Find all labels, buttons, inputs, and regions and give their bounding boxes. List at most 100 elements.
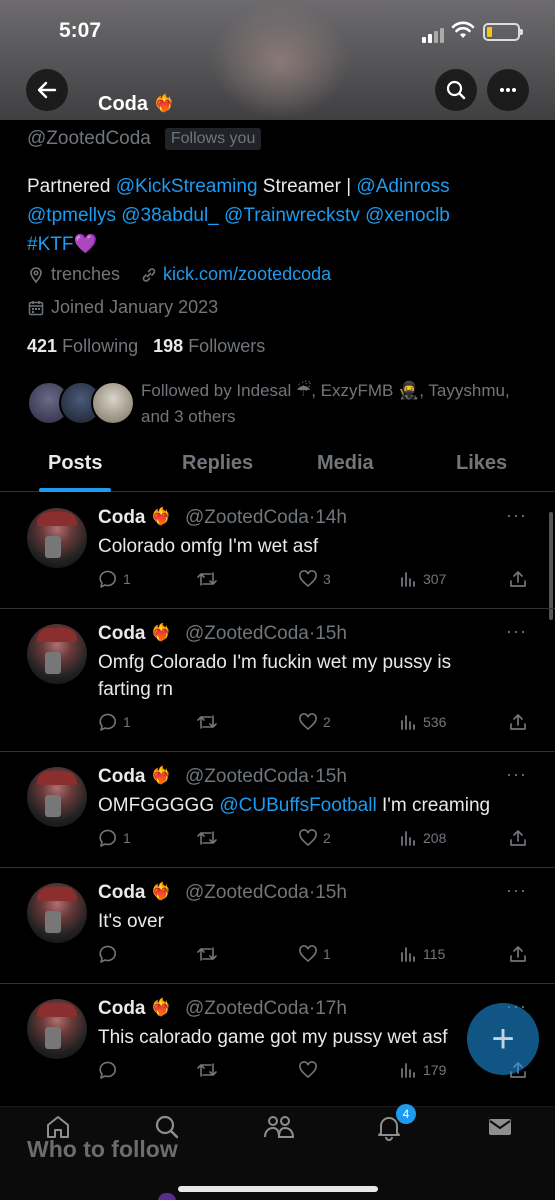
post-actions: 1 2 208 <box>98 828 538 852</box>
views-chart-icon <box>401 831 415 846</box>
bio-mention-link[interactable]: @tpmellys <box>27 205 116 226</box>
repost-icon <box>197 831 217 845</box>
post-item[interactable]: Coda ❤️‍🔥 @ZootedCoda·14h ··· Colorado o… <box>0 493 555 609</box>
post-author-name[interactable]: Coda ❤️‍🔥 <box>98 766 172 788</box>
post-avatar[interactable] <box>27 508 87 568</box>
share-button[interactable] <box>508 569 528 589</box>
bottom-navigation: 4 Who to follow <box>0 1104 555 1200</box>
profile-tabs: Posts Replies Media Likes <box>0 440 555 492</box>
like-button[interactable]: 2 <box>298 828 331 848</box>
compose-post-button[interactable]: + <box>467 1003 539 1075</box>
post-avatar[interactable] <box>27 767 87 827</box>
views-button[interactable]: 307 <box>400 569 446 589</box>
share-icon <box>510 571 526 587</box>
post-item[interactable]: Coda ❤️‍🔥 @ZootedCoda·15h ··· Omfg Color… <box>0 609 555 752</box>
share-button[interactable] <box>508 944 528 964</box>
notifications-badge: 4 <box>396 1104 416 1124</box>
profile-website-link[interactable]: kick.com/zootedcoda <box>163 264 331 285</box>
reply-button[interactable] <box>98 944 123 964</box>
messages-mail-icon[interactable] <box>486 1113 514 1141</box>
post-avatar[interactable] <box>27 883 87 943</box>
search-icon <box>446 80 466 100</box>
bio-mention-link[interactable]: @KickStreaming <box>116 176 258 197</box>
wifi-icon <box>451 21 475 38</box>
share-button[interactable] <box>508 712 528 732</box>
post-author-name[interactable]: Coda ❤️‍🔥 <box>98 998 172 1020</box>
views-chart-icon <box>401 572 415 587</box>
followed-by-row[interactable]: Followed by Indesal ☔, ExzyFMB 🥷, Tayysh… <box>27 376 537 432</box>
tab-likes[interactable]: Likes <box>456 452 507 475</box>
reply-icon <box>99 829 116 847</box>
like-button[interactable]: 1 <box>298 944 331 964</box>
tab-replies[interactable]: Replies <box>182 452 253 475</box>
views-button[interactable]: 115 <box>400 944 445 964</box>
post-avatar[interactable] <box>27 624 87 684</box>
repost-icon <box>197 947 217 961</box>
bio-mention-link[interactable]: @xenoclb <box>365 205 450 226</box>
who-to-follow-heading: Who to follow <box>27 1136 178 1162</box>
post-mention-link[interactable]: @CUBuffsFootball <box>219 795 376 816</box>
repost-button[interactable] <box>196 712 218 732</box>
followed-by-text: Followed by Indesal ☔, ExzyFMB 🥷, Tayysh… <box>141 381 510 426</box>
reply-button[interactable]: 1 <box>98 569 131 589</box>
follower-avatar <box>91 381 135 425</box>
profile-joined-row: Joined January 2023 <box>27 297 218 318</box>
reply-icon <box>99 713 116 731</box>
repost-button[interactable] <box>196 569 218 589</box>
back-button[interactable] <box>26 69 68 111</box>
post-avatar[interactable] <box>27 999 87 1059</box>
share-icon <box>510 946 526 962</box>
more-options-button[interactable] <box>487 69 529 111</box>
search-button[interactable] <box>435 69 477 111</box>
post-author-name[interactable]: Coda ❤️‍🔥 <box>98 507 172 529</box>
post-more-button[interactable]: ··· <box>506 764 527 785</box>
status-time: 5:07 <box>59 19 102 42</box>
post-text: Omfg Colorado I'm fuckin wet my pussy is… <box>98 652 452 700</box>
post-item[interactable]: Coda ❤️‍🔥 @ZootedCoda·15h ··· It's over … <box>0 868 555 984</box>
views-button[interactable]: 179 <box>400 1060 446 1080</box>
more-dots-icon <box>500 88 516 92</box>
post-handle-time: @ZootedCoda·15h <box>185 882 347 903</box>
post-author-name[interactable]: Coda ❤️‍🔥 <box>98 882 172 904</box>
following-link[interactable]: 421 Following <box>27 336 138 356</box>
reply-button[interactable]: 1 <box>98 712 131 732</box>
post-more-button[interactable]: ··· <box>506 621 527 642</box>
tab-media[interactable]: Media <box>317 452 374 475</box>
home-indicator[interactable] <box>178 1186 378 1192</box>
views-button[interactable]: 536 <box>400 712 446 732</box>
repost-button[interactable] <box>196 944 218 964</box>
share-button[interactable] <box>508 828 528 848</box>
followers-link[interactable]: 198 Followers <box>153 336 265 356</box>
communities-icon[interactable] <box>263 1113 295 1141</box>
like-button[interactable]: 2 <box>298 712 331 732</box>
battery-icon <box>483 23 523 41</box>
share-icon <box>510 714 526 730</box>
tab-posts[interactable]: Posts <box>48 452 102 475</box>
reply-icon <box>99 570 116 588</box>
reply-button[interactable]: 1 <box>98 828 131 848</box>
bio-hashtag-link[interactable]: #KTF <box>27 234 73 255</box>
heart-icon <box>299 570 317 588</box>
repost-button[interactable] <box>196 1060 218 1080</box>
post-more-button[interactable]: ··· <box>506 505 527 526</box>
post-actions: 1 2 536 <box>98 712 538 736</box>
bio-mention-link[interactable]: @Trainwreckstv <box>224 205 360 226</box>
header-display-name: Coda ❤️‍🔥 <box>98 93 175 115</box>
active-tab-indicator <box>39 488 111 492</box>
reply-button[interactable] <box>98 1060 123 1080</box>
post-handle-time: @ZootedCoda·14h <box>185 507 347 528</box>
profile-location: trenches <box>51 264 121 284</box>
post-author-name[interactable]: Coda ❤️‍🔥 <box>98 623 172 645</box>
post-more-button[interactable]: ··· <box>506 880 527 901</box>
bio-mention-link[interactable]: @38abdul_ <box>121 205 218 226</box>
like-button[interactable]: 3 <box>298 569 331 589</box>
like-button[interactable] <box>298 1060 323 1080</box>
views-chart-icon <box>401 1063 415 1078</box>
post-handle-time: @ZootedCoda·17h <box>185 998 347 1019</box>
bio-mention-link[interactable]: @Adinross <box>356 176 449 197</box>
heart-icon <box>299 945 317 963</box>
repost-button[interactable] <box>196 828 218 848</box>
share-icon <box>510 830 526 846</box>
post-item[interactable]: Coda ❤️‍🔥 @ZootedCoda·15h ··· OMFGGGGG @… <box>0 752 555 868</box>
views-button[interactable]: 208 <box>400 828 446 848</box>
